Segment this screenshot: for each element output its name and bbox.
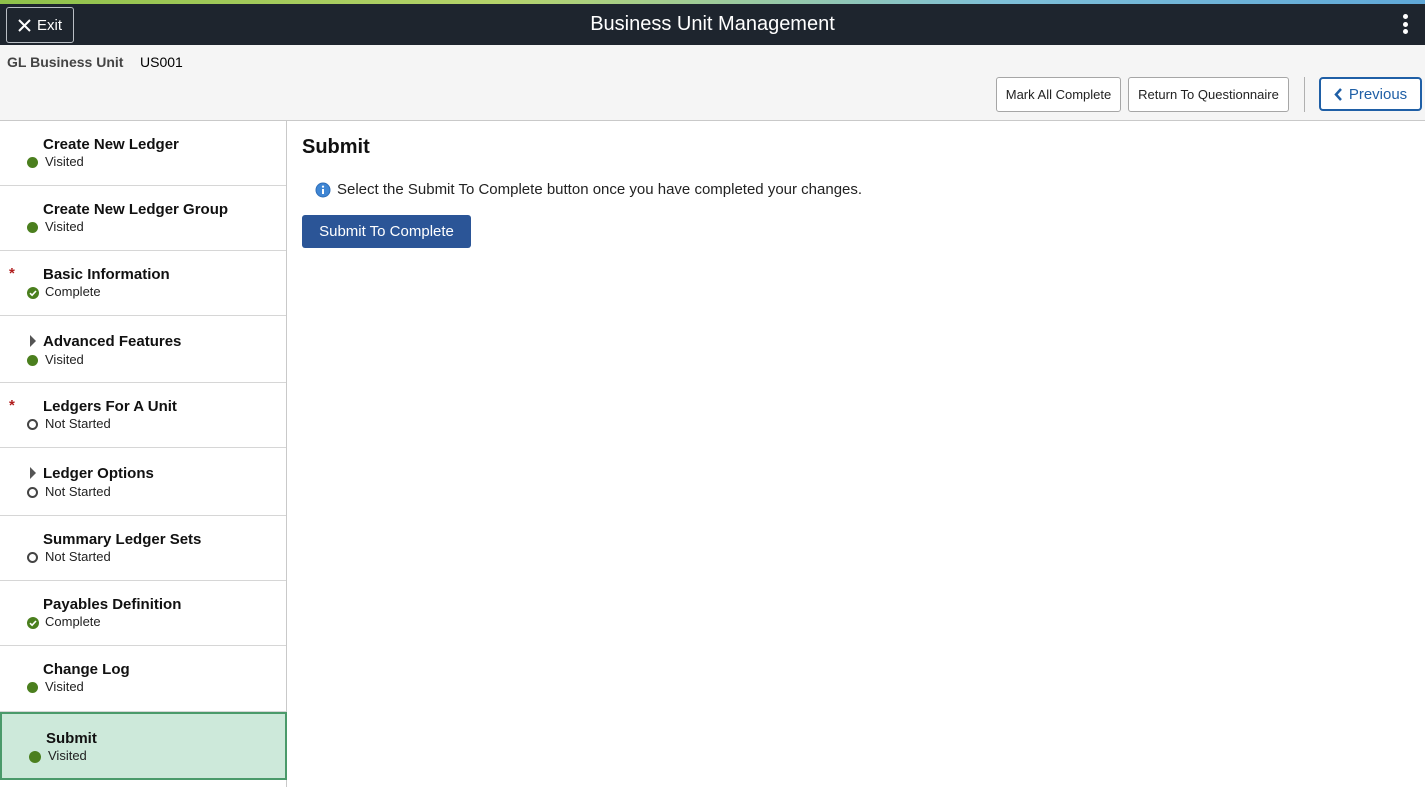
step-payables-definition[interactable]: Payables Definition Complete [0,581,286,646]
step-submit[interactable]: Submit Visited [0,712,287,780]
step-title: Summary Ledger Sets [43,531,202,548]
submit-to-complete-button[interactable]: Submit To Complete [302,215,471,248]
step-title: Basic Information [43,266,170,283]
step-advanced-features[interactable]: Advanced Features Visited [0,316,286,383]
step-create-new-ledger-group[interactable]: Create New Ledger Group Visited [0,186,286,251]
not-started-circle-icon [27,419,38,430]
return-to-questionnaire-button[interactable]: Return To Questionnaire [1128,77,1289,112]
header-divider [1304,77,1305,112]
info-icon [315,182,331,197]
app-title: Business Unit Management [590,13,835,35]
step-status: Complete [45,614,101,629]
step-status: Not Started [45,549,111,564]
step-basic-information[interactable]: * Basic Information Complete [0,251,286,316]
complete-check-icon [27,287,39,299]
mark-all-complete-button[interactable]: Mark All Complete [996,77,1121,112]
visited-dot-icon [27,355,38,366]
previous-button[interactable]: Previous [1319,77,1422,111]
step-status: Not Started [45,484,111,499]
visited-dot-icon [27,157,38,168]
top-banner: Exit Business Unit Management [0,4,1425,45]
step-title: Payables Definition [43,596,182,613]
page-header: GL Business Unit US001 Mark All Complete… [0,45,1425,121]
step-summary-ledger-sets[interactable]: Summary Ledger Sets Not Started [0,516,286,581]
step-create-new-ledger[interactable]: Create New Ledger Visited [0,121,286,186]
complete-check-icon [27,617,39,629]
step-status: Visited [45,219,84,234]
step-title: Ledgers For A Unit [43,398,177,415]
not-started-circle-icon [27,487,38,498]
step-title: Ledger Options [43,465,154,482]
kebab-menu-icon[interactable] [1397,12,1413,36]
expand-caret-icon[interactable] [30,467,36,479]
business-unit-label: GL Business Unit [7,54,124,70]
step-title: Create New Ledger [43,136,179,153]
step-navigation: Create New Ledger Visited Create New Ledge… [0,121,287,787]
step-title: Submit [46,730,97,747]
visited-dot-icon [27,222,38,233]
previous-label: Previous [1348,85,1408,103]
step-status: Visited [45,154,84,169]
visited-dot-icon [29,751,41,763]
required-icon: * [9,397,15,414]
business-unit-value: US001 [140,54,183,70]
step-title: Change Log [43,661,130,678]
info-message: Select the Submit To Complete button onc… [315,181,862,198]
step-ledgers-for-a-unit[interactable]: * Ledgers For A Unit Not Started [0,383,286,448]
step-title: Advanced Features [43,333,182,350]
chevron-left-icon [1334,87,1342,101]
main-content: Submit Select the Submit To Complete but… [287,121,1425,787]
info-text: Select the Submit To Complete button onc… [337,181,863,198]
step-status: Visited [45,352,84,367]
step-status: Visited [45,679,84,694]
step-status: Visited [48,748,87,763]
step-change-log[interactable]: Change Log Visited [0,646,286,712]
not-started-circle-icon [27,552,38,563]
page-title: Submit [302,136,370,158]
step-title: Create New Ledger Group [43,201,229,218]
expand-caret-icon[interactable] [30,335,36,347]
step-ledger-options[interactable]: Ledger Options Not Started [0,448,286,516]
step-status: Not Started [45,416,111,431]
visited-dot-icon [27,682,38,693]
step-status: Complete [45,284,101,299]
required-icon: * [9,265,15,282]
